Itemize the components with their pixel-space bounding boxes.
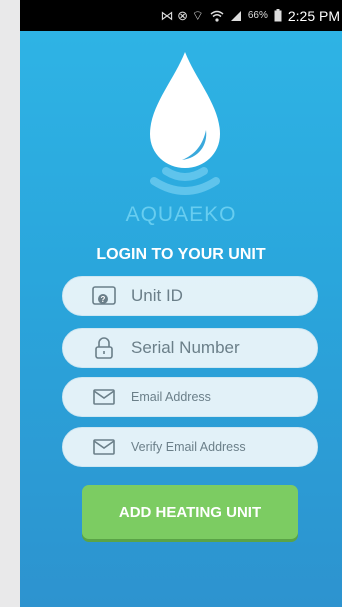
email-placeholder: Email Address — [131, 390, 211, 404]
signal-strength-icon — [230, 10, 241, 21]
status-bar: ⋈ ⊗ ⌔ 66% 2:25 PM — [20, 0, 342, 31]
envelope-icon — [93, 389, 115, 405]
battery-percent: 66% — [247, 10, 268, 21]
svg-text:?: ? — [101, 295, 106, 304]
login-title: LOGIN TO YOUR UNIT — [96, 246, 266, 263]
verify-email-placeholder: Verify Email Address — [131, 440, 246, 454]
brand-name: AQUAEKO — [125, 203, 237, 226]
email-field[interactable]: Email Address — [62, 377, 318, 417]
status-icons: ⋈ ⊗ ⌔ — [160, 7, 204, 23]
verify-email-field[interactable]: Verify Email Address — [62, 427, 318, 467]
wifi-icon — [210, 10, 224, 22]
serial-number-field[interactable]: Serial Number — [62, 328, 318, 368]
device-help-icon: ? — [92, 286, 116, 305]
lock-icon — [95, 337, 113, 359]
envelope-icon — [93, 439, 115, 455]
add-heating-unit-button[interactable]: ADD HEATING UNIT — [82, 485, 298, 539]
unit-id-field[interactable]: ? Unit ID — [62, 276, 318, 316]
serial-number-placeholder: Serial Number — [131, 338, 240, 357]
app-screen: ⋈ ⊗ ⌔ 66% 2:25 PM AQUAEKO LOGIN TO YOUR … — [20, 0, 342, 607]
water-drop-logo-icon — [150, 52, 220, 195]
status-time: 2:25 PM — [287, 7, 340, 24]
battery-icon — [274, 9, 282, 22]
unit-id-placeholder: Unit ID — [131, 286, 183, 305]
